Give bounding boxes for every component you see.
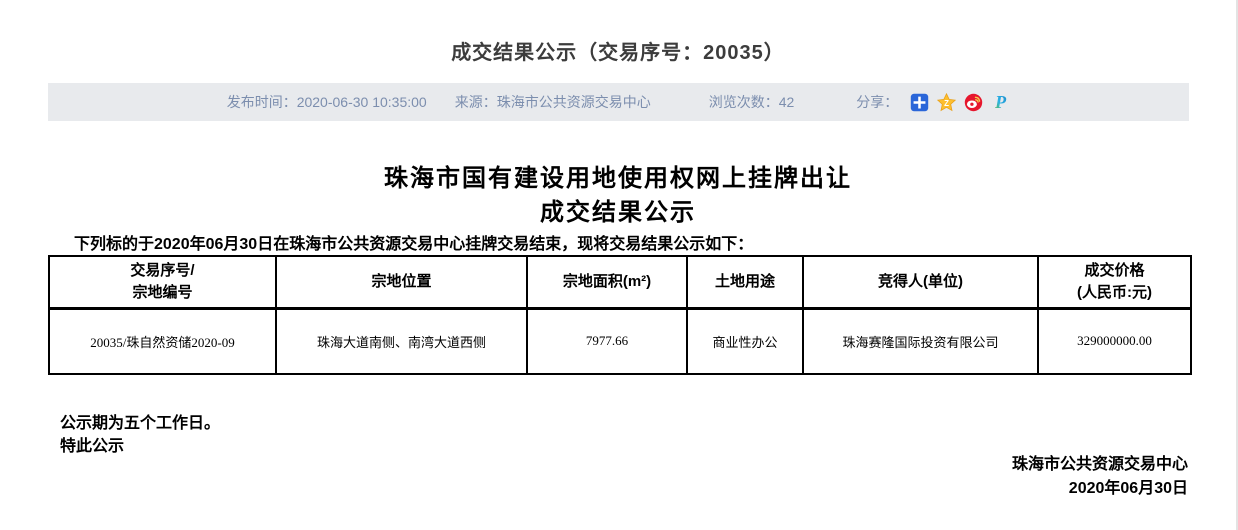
meta-bar: 发布时间：2020-06-30 10:35:00 来源：珠海市公共资源交易中心 … <box>48 83 1189 121</box>
col-header-serial: 交易序号/ 宗地编号 <box>49 256 276 308</box>
result-table: 交易序号/ 宗地编号 宗地位置 宗地面积(m²) 土地用途 竞得人(单位) 成交… <box>48 255 1192 375</box>
signature-org: 珠海市公共资源交易中心 <box>1012 453 1188 477</box>
table-row: 20035/珠自然资储2020-09 珠海大道南侧、南湾大道西侧 7977.66… <box>49 308 1191 374</box>
bshare-icon[interactable] <box>910 93 929 112</box>
cell-winner: 珠海赛隆国际投资有限公司 <box>803 308 1038 374</box>
qzone-icon[interactable]: Z <box>937 93 956 112</box>
page-title: 成交结果公示（交易序号：20035） <box>0 36 1236 65</box>
svg-text:Z: Z <box>944 99 949 108</box>
notes-block: 公示期为五个工作日。 特此公示 <box>60 412 220 458</box>
col-header-usage: 土地用途 <box>687 256 803 308</box>
announcement-heading-line2: 成交结果公示 <box>0 192 1236 227</box>
cell-area: 7977.66 <box>527 308 687 374</box>
signature-block: 珠海市公共资源交易中心 2020年06月30日 <box>1012 453 1188 501</box>
cell-usage: 商业性办公 <box>687 308 803 374</box>
penyou-icon[interactable]: P <box>991 93 1010 112</box>
col-header-price: 成交价格 (人民币:元) <box>1038 256 1191 308</box>
share-icons: Z <box>910 93 1010 112</box>
note-period: 公示期为五个工作日。 <box>60 412 220 435</box>
col-header-location: 宗地位置 <box>276 256 527 308</box>
view-count: 浏览次数：42 <box>709 92 795 112</box>
cell-price: 329000000.00 <box>1038 308 1191 374</box>
note-hereby: 特此公示 <box>60 435 220 458</box>
weibo-icon[interactable] <box>964 93 983 112</box>
cell-location: 珠海大道南侧、南湾大道西侧 <box>276 308 527 374</box>
announcement-page: 成交结果公示（交易序号：20035） 发布时间：2020-06-30 10:35… <box>0 0 1238 530</box>
announcement-intro: 下列标的于2020年06月30日在珠海市公共资源交易中心挂牌交易结束，现将交易结… <box>48 230 1190 254</box>
signature-date: 2020年06月30日 <box>1012 477 1188 501</box>
table-header-row: 交易序号/ 宗地编号 宗地位置 宗地面积(m²) 土地用途 竞得人(单位) 成交… <box>49 256 1191 308</box>
share-label: 分享： <box>856 92 898 112</box>
cell-serial: 20035/珠自然资储2020-09 <box>49 308 276 374</box>
svg-text:P: P <box>994 93 1007 112</box>
announcement-heading-line1: 珠海市国有建设用地使用权网上挂牌出让 <box>0 158 1236 193</box>
publish-time: 发布时间：2020-06-30 10:35:00 <box>227 92 427 112</box>
source: 来源：珠海市公共资源交易中心 <box>455 92 651 112</box>
col-header-winner: 竞得人(单位) <box>803 256 1038 308</box>
col-header-area: 宗地面积(m²) <box>527 256 687 308</box>
